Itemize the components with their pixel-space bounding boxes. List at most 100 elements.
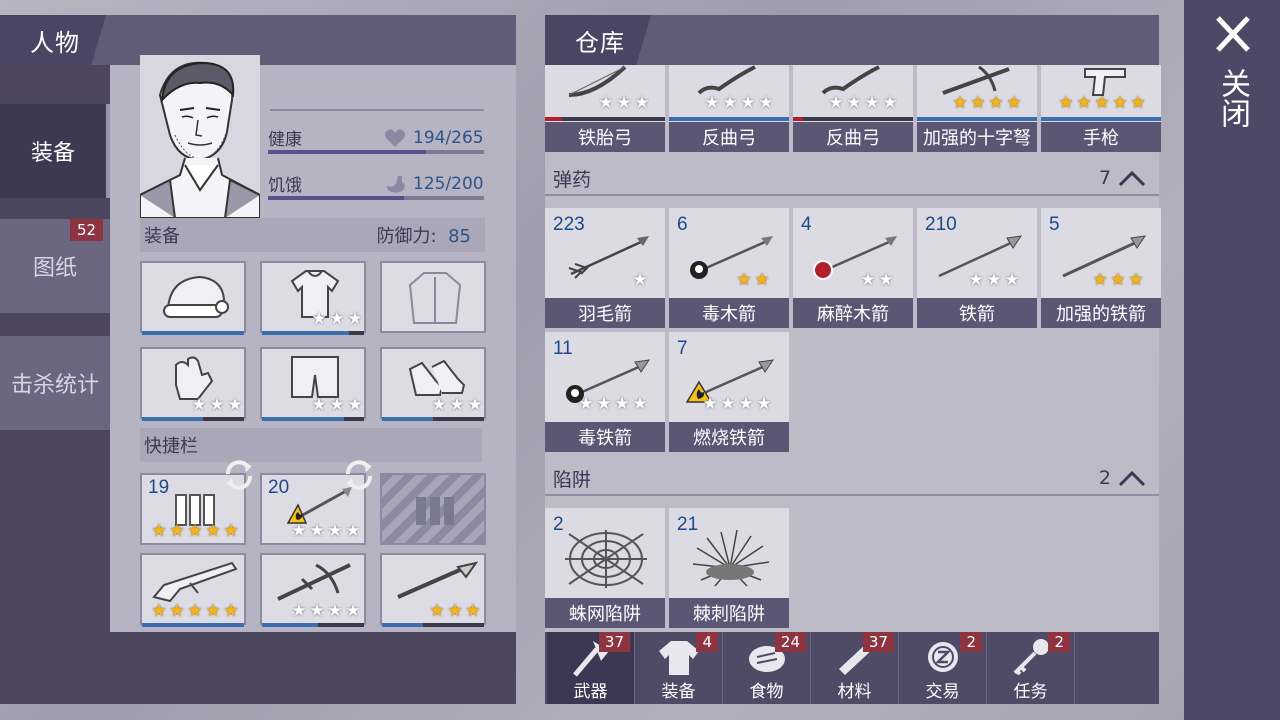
- tab-badge: 37: [862, 632, 894, 652]
- health-label: 健康: [268, 130, 302, 150]
- item-name: 毒木箭: [669, 298, 789, 328]
- tab-kill-stats-label: 击杀统计: [10, 373, 99, 398]
- item-count: 19: [148, 477, 170, 498]
- equip-slot-feet[interactable]: ★ ★ ★: [380, 347, 486, 421]
- quickbar-slot-3-empty[interactable]: [380, 473, 486, 545]
- ammo-card-5[interactable]: 5 ★ ★ ★ 加强的铁箭: [1041, 208, 1161, 328]
- ammo-card-7[interactable]: 7 ★ ★ ★ ★ 燃烧铁箭: [669, 332, 789, 452]
- warehouse-title: 仓库: [545, 15, 651, 65]
- tab-equipment-label: 装备: [30, 141, 75, 166]
- item-name: 羽毛箭: [545, 298, 665, 328]
- equip-slot-outer[interactable]: [380, 261, 486, 333]
- durability-bar: [382, 623, 484, 627]
- ammo-card-2[interactable]: 6 ★ ★ 毒木箭: [669, 208, 789, 328]
- tab-materials[interactable]: 37 材料: [811, 632, 899, 704]
- close-label[interactable]: 关闭: [1215, 68, 1250, 128]
- weapon-name: 反曲弓: [669, 122, 789, 152]
- tab-food[interactable]: 24 食物: [723, 632, 811, 704]
- weapon-card-3[interactable]: ★ ★ ★ ★ 反曲弓: [793, 65, 913, 152]
- equip-slot-hands[interactable]: ★ ★ ★: [140, 347, 246, 421]
- rating-stars: ★ ★ ★ ★ ★: [151, 521, 239, 541]
- equipment-section-title: 装备: [144, 226, 180, 247]
- tab-equipment[interactable]: 装备: [0, 104, 110, 198]
- ammo-card-6[interactable]: 11 ★ ★ ★ ★ 毒铁箭: [545, 332, 665, 452]
- ammo-card-1[interactable]: 223 ★ 羽毛箭: [545, 208, 665, 328]
- tab-weapons[interactable]: 37 武器: [547, 632, 635, 704]
- durability-bar: [545, 117, 665, 121]
- weapon-card-4[interactable]: ★ ★ ★ ★ 加强的十字弩: [917, 65, 1037, 152]
- trap-card-2[interactable]: 21 棘刺陷阱: [669, 508, 789, 628]
- stats-divider: [270, 109, 484, 111]
- rating-stars: ★ ★ ★ ★: [702, 394, 772, 414]
- weapon-name: 加强的十字弩: [917, 122, 1037, 152]
- durability-bar: [793, 117, 913, 121]
- durability-bar: [669, 117, 789, 121]
- ammo-card-3[interactable]: 4 ★ ★ 麻醉木箭: [793, 208, 913, 328]
- ammo-card-4[interactable]: 210 ★ ★ ★ 铁箭: [917, 208, 1037, 328]
- weapon-card-2[interactable]: ★ ★ ★ ★ 反曲弓: [669, 65, 789, 152]
- durability-bar: [382, 417, 484, 421]
- category-traps-count: 2: [1098, 467, 1111, 489]
- rating-stars: ★ ★ ★: [191, 395, 243, 415]
- durability-bar: [262, 623, 364, 627]
- spike-trap-icon: [692, 529, 770, 587]
- durability-bar: [917, 117, 1037, 121]
- rating-stars: ★ ★ ★: [598, 93, 650, 113]
- sneakers-icon: [408, 359, 466, 396]
- tab-kill-stats[interactable]: 击杀统计: [0, 336, 110, 430]
- tab-badge: 4: [696, 632, 718, 652]
- quickbar-slot-5[interactable]: ★ ★ ★ ★: [260, 553, 366, 627]
- rating-stars: ★ ★ ★: [429, 601, 481, 621]
- close-icon[interactable]: [1210, 14, 1256, 54]
- equip-slot-legs[interactable]: ★ ★ ★: [260, 347, 366, 421]
- tab-quests[interactable]: 2 任务: [987, 632, 1075, 704]
- equip-slot-head[interactable]: [140, 261, 246, 335]
- hunger-label: 饥饿: [268, 176, 302, 196]
- health-value: 194/265: [413, 128, 484, 148]
- swap-icon[interactable]: [220, 456, 258, 494]
- santa-hat-icon: [163, 275, 229, 318]
- weapon-name: 反曲弓: [793, 122, 913, 152]
- tab-trade[interactable]: 2 交易: [899, 632, 987, 704]
- trap-card-1[interactable]: 2 蛛网陷阱: [545, 508, 665, 628]
- swap-icon[interactable]: [340, 456, 378, 494]
- durability-bar: [262, 331, 364, 335]
- durability-bar: [142, 623, 244, 627]
- rating-stars: ★ ★ ★: [1092, 270, 1144, 290]
- rating-stars: ★ ★ ★ ★: [704, 93, 774, 113]
- tab-gear[interactable]: 4 装备: [635, 632, 723, 704]
- chevron-up-icon: [1118, 170, 1146, 187]
- rating-stars: ★ ★ ★: [311, 395, 363, 415]
- category-traps-toggle[interactable]: 2: [1099, 467, 1147, 489]
- stomach-icon: [386, 176, 405, 193]
- shotgun-icon: [152, 561, 238, 603]
- coin-icon: [927, 642, 958, 672]
- spear-icon: [397, 561, 478, 599]
- durability-bar: [142, 417, 244, 421]
- key-icon: [1013, 639, 1049, 676]
- category-traps[interactable]: 陷阱 2: [545, 462, 1159, 496]
- rating-stars: ★ ★: [736, 270, 770, 290]
- shirt-icon: [658, 641, 699, 675]
- category-ammo[interactable]: 弹药 7: [545, 162, 1159, 196]
- tab-label: 任务: [1013, 682, 1048, 702]
- category-ammo-toggle[interactable]: 7: [1099, 167, 1147, 189]
- quickbar-slot-4[interactable]: ★ ★ ★ ★ ★: [140, 553, 246, 627]
- equip-slot-body[interactable]: ★ ★ ★: [260, 261, 366, 335]
- weapon-card-1[interactable]: ★ ★ ★ 铁胎弓: [545, 65, 665, 152]
- item-name: 铁箭: [917, 298, 1037, 328]
- tab-badge: 24: [774, 632, 806, 652]
- heart-icon: [384, 129, 406, 147]
- rating-stars: ★ ★ ★: [431, 395, 483, 415]
- warehouse-header: 仓库: [545, 15, 1159, 65]
- tab-label: 交易: [925, 682, 960, 702]
- tab-label: 材料: [837, 682, 872, 702]
- quickbar-slot-6[interactable]: ★ ★ ★: [380, 553, 486, 627]
- defense-label: 防御力:: [376, 226, 437, 247]
- weapon-card-5[interactable]: ★ ★ ★ ★ ★ 手枪: [1041, 65, 1161, 152]
- durability-bar: [262, 417, 364, 421]
- tab-badge: 2: [960, 632, 982, 652]
- hunger-value: 125/200: [413, 174, 484, 194]
- tab-blueprints-label: 图纸: [32, 256, 77, 281]
- durability-bar: [1041, 117, 1161, 121]
